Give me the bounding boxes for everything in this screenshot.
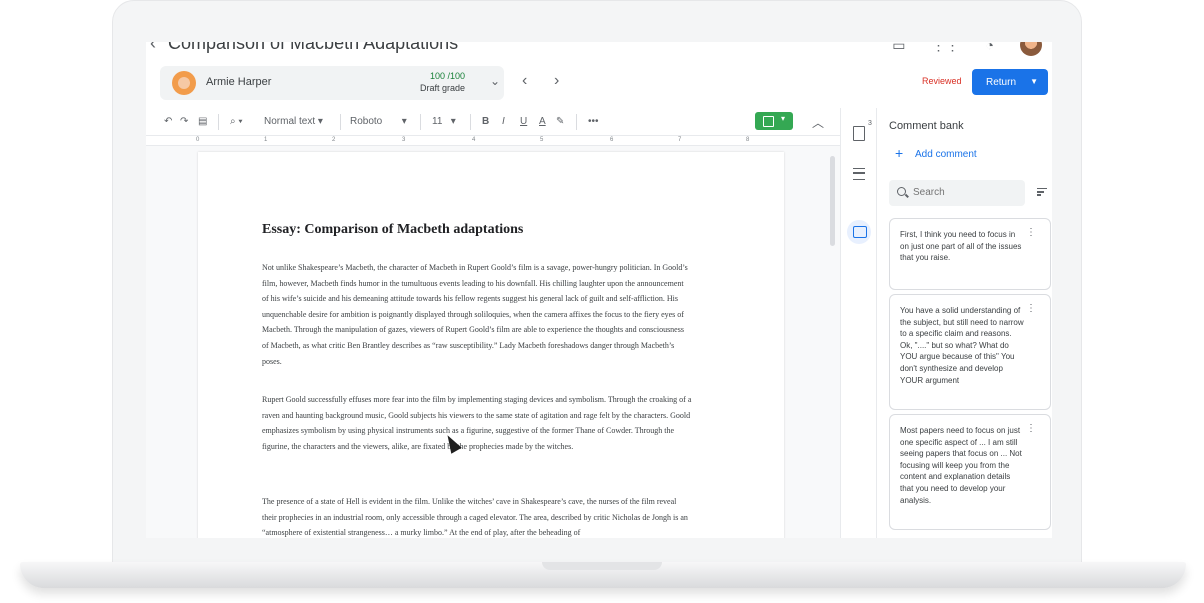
- caret-down-icon[interactable]: ▼: [1030, 77, 1038, 86]
- font-size-select[interactable]: 11 ▾: [432, 116, 456, 127]
- grade-label: Draft grade: [420, 83, 466, 93]
- app-screen: ‹ Comparison of Macbeth Adaptations ▭ ⋮⋮…: [146, 42, 1052, 538]
- ruler-tick: 1: [264, 137, 268, 143]
- ruler-tick: 5: [540, 137, 544, 143]
- ruler-tick: 7: [678, 137, 682, 143]
- toolbar: ↶ ↷ ▤ ⌕ ▾ Normal text ▾ Roboto ▾ 11 ▾ B …: [146, 108, 840, 136]
- return-button[interactable]: Return ▼: [972, 69, 1048, 95]
- insert-grade-button[interactable]: [755, 112, 793, 130]
- laptop-notch: [542, 562, 662, 570]
- toolbar-divider: [470, 114, 471, 130]
- ruler-tick: 3: [402, 137, 406, 143]
- document-title: Comparison of Macbeth Adaptations: [168, 42, 459, 53]
- text-color-button[interactable]: A: [539, 116, 546, 127]
- redo-icon[interactable]: ↷: [180, 116, 188, 127]
- account-avatar[interactable]: [1020, 42, 1042, 56]
- italic-button[interactable]: I: [502, 116, 505, 127]
- more-vert-icon[interactable]: ⋮: [1026, 228, 1036, 238]
- comment-text: You have a solid understanding of the su…: [900, 306, 1024, 385]
- comment-bank-title: Comment bank: [889, 120, 964, 132]
- comment-bank-panel: Comment bank + Add comment First, I thin…: [876, 108, 1052, 538]
- comment-card[interactable]: You have a solid understanding of the su…: [889, 294, 1051, 410]
- chevron-down-icon[interactable]: ⌄: [490, 74, 500, 88]
- search-input[interactable]: [913, 187, 1013, 198]
- font-select[interactable]: Roboto ▾: [350, 116, 407, 127]
- comment-card[interactable]: Most papers need to focus on just one sp…: [889, 414, 1051, 530]
- toolbar-divider: [420, 114, 421, 130]
- student-avatar: [172, 71, 196, 95]
- side-icon-strip: 3: [840, 108, 876, 538]
- undo-icon[interactable]: ↶: [164, 116, 172, 127]
- ruler-tick: 2: [332, 137, 336, 143]
- paragraph-style-label: Normal text: [264, 116, 316, 127]
- student-name: Armie Harper: [206, 76, 272, 88]
- collapse-toolbar-icon[interactable]: ︿: [812, 114, 824, 131]
- highlight-pen-icon[interactable]: ✎: [556, 116, 564, 127]
- ruler-tick: 0: [196, 137, 200, 143]
- essay-paragraph: Not unlike Shakespeare’s Macbeth, the ch…: [262, 263, 688, 366]
- plus-icon[interactable]: +: [895, 145, 903, 161]
- search-box[interactable]: [889, 180, 1025, 206]
- back-arrow-icon[interactable]: ‹: [150, 42, 156, 54]
- underline-button[interactable]: U: [520, 116, 527, 127]
- ruler-tick: 6: [610, 137, 614, 143]
- toolbar-divider: [340, 114, 341, 130]
- essay-paragraph: Rupert Goold successfully effuses more f…: [262, 395, 692, 451]
- comment-icon[interactable]: ▭: [892, 42, 905, 54]
- print-icon[interactable]: ▤: [198, 116, 207, 127]
- font-label: Roboto: [350, 116, 383, 127]
- essay-paragraph: The presence of a state of Hell is evide…: [262, 497, 688, 538]
- toolbar-divider: [218, 114, 219, 130]
- comment-card[interactable]: First, I think you need to focus in on j…: [889, 218, 1051, 290]
- apps-grid-icon[interactable]: ⋮⋮: [932, 42, 960, 54]
- font-size-label: 11: [432, 116, 443, 127]
- student-selector[interactable]: Armie Harper 100 /100 Draft grade ⌄: [160, 66, 504, 100]
- essay-title: Essay: Comparison of Macbeth adaptations: [262, 222, 524, 237]
- status-badge: Reviewed: [922, 76, 962, 86]
- paragraph-style-select[interactable]: Normal text ▾: [264, 116, 323, 127]
- document-files-icon[interactable]: [853, 126, 865, 141]
- next-student-button[interactable]: ›: [554, 72, 559, 90]
- more-options-button[interactable]: •••: [588, 116, 599, 127]
- comment-bank-icon[interactable]: [847, 220, 871, 244]
- comment-text: First, I think you need to focus in on j…: [900, 230, 1022, 263]
- document-page[interactable]: Essay: Comparison of Macbeth adaptations…: [198, 152, 784, 538]
- rubric-list-icon[interactable]: [853, 168, 865, 180]
- more-vert-icon[interactable]: ⋮: [1026, 304, 1036, 314]
- sort-filter-icon[interactable]: [1037, 188, 1047, 196]
- return-button-label: Return: [986, 76, 1017, 88]
- ruler-tick: 4: [472, 137, 476, 143]
- bell-icon[interactable]: ◔: [986, 42, 994, 53]
- grade-score: 100 /100: [430, 71, 466, 81]
- add-comment-button[interactable]: Add comment: [915, 149, 977, 160]
- previous-student-button[interactable]: ‹: [522, 72, 527, 90]
- search-icon: [897, 187, 906, 196]
- bold-button[interactable]: B: [482, 116, 489, 127]
- files-count: 3: [868, 120, 872, 127]
- zoom-icon[interactable]: ⌕ ▾: [230, 116, 243, 127]
- document-canvas[interactable]: Essay: Comparison of Macbeth adaptations…: [146, 146, 840, 538]
- ruler-tick: 8: [746, 137, 750, 143]
- ruler: 0 1 2 3 4 5 6 7 8: [146, 136, 840, 146]
- comment-text: Most papers need to focus on just one sp…: [900, 426, 1022, 505]
- toolbar-divider: [576, 114, 577, 130]
- document-scrollbar[interactable]: [830, 156, 835, 246]
- header-icons: ▭ ⋮⋮ ◔: [892, 42, 1042, 56]
- more-vert-icon[interactable]: ⋮: [1026, 424, 1036, 434]
